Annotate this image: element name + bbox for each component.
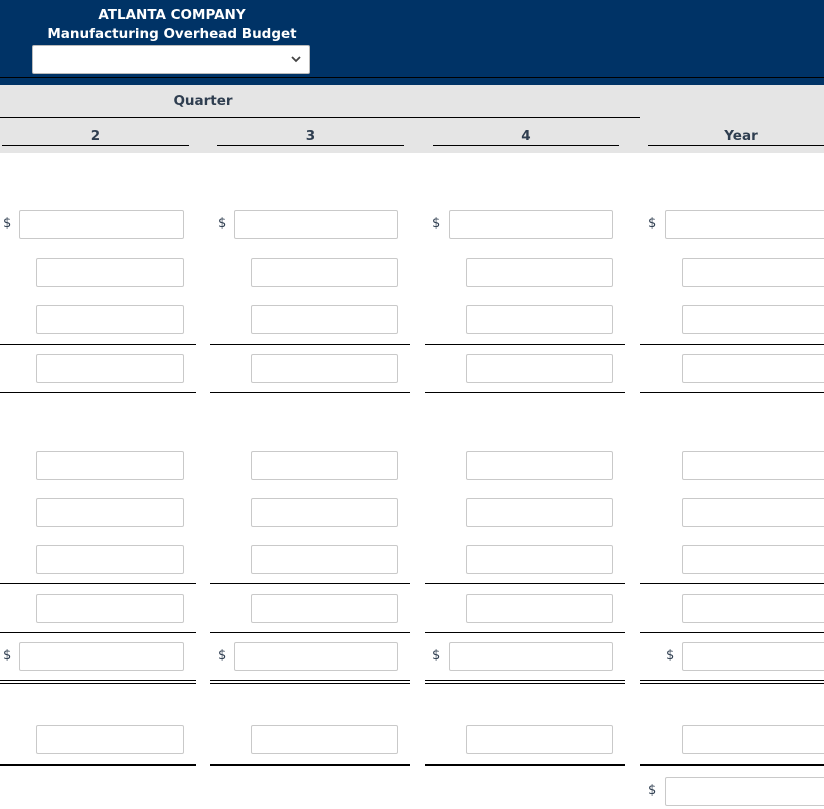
amount-input[interactable]: [251, 594, 398, 623]
amount-input[interactable]: [234, 210, 398, 239]
amount-input[interactable]: [36, 725, 184, 754]
column-underline-q2: [2, 145, 189, 146]
currency-symbol: $: [432, 216, 441, 231]
amount-input[interactable]: [251, 354, 398, 383]
amount-input[interactable]: [36, 594, 184, 623]
amount-input[interactable]: [665, 777, 824, 806]
chevron-down-icon: [291, 56, 301, 63]
amount-input[interactable]: [36, 354, 184, 383]
total-double-rule: [0, 680, 196, 684]
amount-input[interactable]: [251, 725, 398, 754]
amount-input[interactable]: [682, 451, 824, 480]
section-thick-rule: [210, 764, 410, 766]
row-rule: [640, 344, 824, 345]
amount-input[interactable]: [682, 545, 824, 574]
amount-input[interactable]: [251, 545, 398, 574]
row-rule: [210, 583, 410, 584]
amount-input[interactable]: [682, 594, 824, 623]
total-double-rule: [425, 680, 625, 684]
row-rule: [210, 632, 410, 633]
row-rule: [210, 344, 410, 345]
amount-input[interactable]: [466, 498, 613, 527]
row-rule: [425, 632, 625, 633]
amount-input[interactable]: [36, 258, 184, 287]
amount-input[interactable]: [449, 642, 613, 671]
amount-input[interactable]: [36, 545, 184, 574]
row-rule: [640, 583, 824, 584]
total-double-rule: [640, 680, 824, 684]
amount-input[interactable]: [682, 354, 824, 383]
currency-symbol: $: [3, 216, 12, 231]
section-thick-rule: [640, 764, 824, 766]
amount-input[interactable]: [466, 594, 613, 623]
amount-input[interactable]: [682, 725, 824, 754]
column-underline-q3: [217, 145, 404, 146]
amount-input[interactable]: [19, 642, 184, 671]
currency-symbol: $: [218, 648, 227, 663]
row-rule: [425, 583, 625, 584]
amount-input[interactable]: [251, 451, 398, 480]
section-thick-rule: [425, 764, 625, 766]
row-rule: [640, 392, 824, 393]
amount-input[interactable]: [19, 210, 184, 239]
row-rule: [0, 583, 196, 584]
header-band: [0, 78, 824, 85]
currency-symbol: $: [648, 216, 657, 231]
amount-input[interactable]: [36, 451, 184, 480]
row-rule: [0, 344, 196, 345]
currency-symbol: $: [218, 216, 227, 231]
column-underline-year: [648, 145, 824, 146]
row-rule: [425, 344, 625, 345]
amount-input[interactable]: [682, 258, 824, 287]
row-rule: [640, 632, 824, 633]
amount-input[interactable]: [466, 258, 613, 287]
currency-symbol: $: [648, 783, 657, 798]
period-select[interactable]: [32, 45, 310, 74]
amount-input[interactable]: [251, 305, 398, 334]
column-header-q2: 2: [90, 128, 101, 144]
amount-input[interactable]: [466, 545, 613, 574]
amount-input[interactable]: [682, 305, 824, 334]
row-rule: [425, 392, 625, 393]
column-header-q4: 4: [521, 128, 531, 144]
amount-input[interactable]: [682, 642, 824, 671]
amount-input[interactable]: [466, 354, 613, 383]
amount-input[interactable]: [449, 210, 613, 239]
row-rule: [0, 632, 196, 633]
column-header-year: Year: [724, 128, 758, 144]
company-name: ATLANTA COMPANY: [98, 7, 246, 23]
column-header-q3: 3: [305, 128, 316, 144]
amount-input[interactable]: [466, 451, 613, 480]
section-thick-rule: [0, 764, 196, 766]
column-underline-q4: [433, 145, 619, 146]
total-double-rule: [210, 680, 410, 684]
quarter-group-label: Quarter: [173, 93, 233, 109]
amount-input[interactable]: [466, 305, 613, 334]
quarter-group-underline: [0, 117, 640, 118]
currency-symbol: $: [666, 648, 675, 663]
currency-symbol: $: [432, 648, 441, 663]
amount-input[interactable]: [36, 498, 184, 527]
row-rule: [210, 392, 410, 393]
amount-input[interactable]: [466, 725, 613, 754]
amount-input[interactable]: [682, 498, 824, 527]
amount-input[interactable]: [36, 305, 184, 334]
amount-input[interactable]: [251, 498, 398, 527]
report-title: Manufacturing Overhead Budget: [47, 26, 297, 42]
amount-input[interactable]: [665, 210, 824, 239]
currency-symbol: $: [3, 648, 12, 663]
row-rule: [0, 392, 196, 393]
amount-input[interactable]: [234, 642, 398, 671]
amount-input[interactable]: [251, 258, 398, 287]
